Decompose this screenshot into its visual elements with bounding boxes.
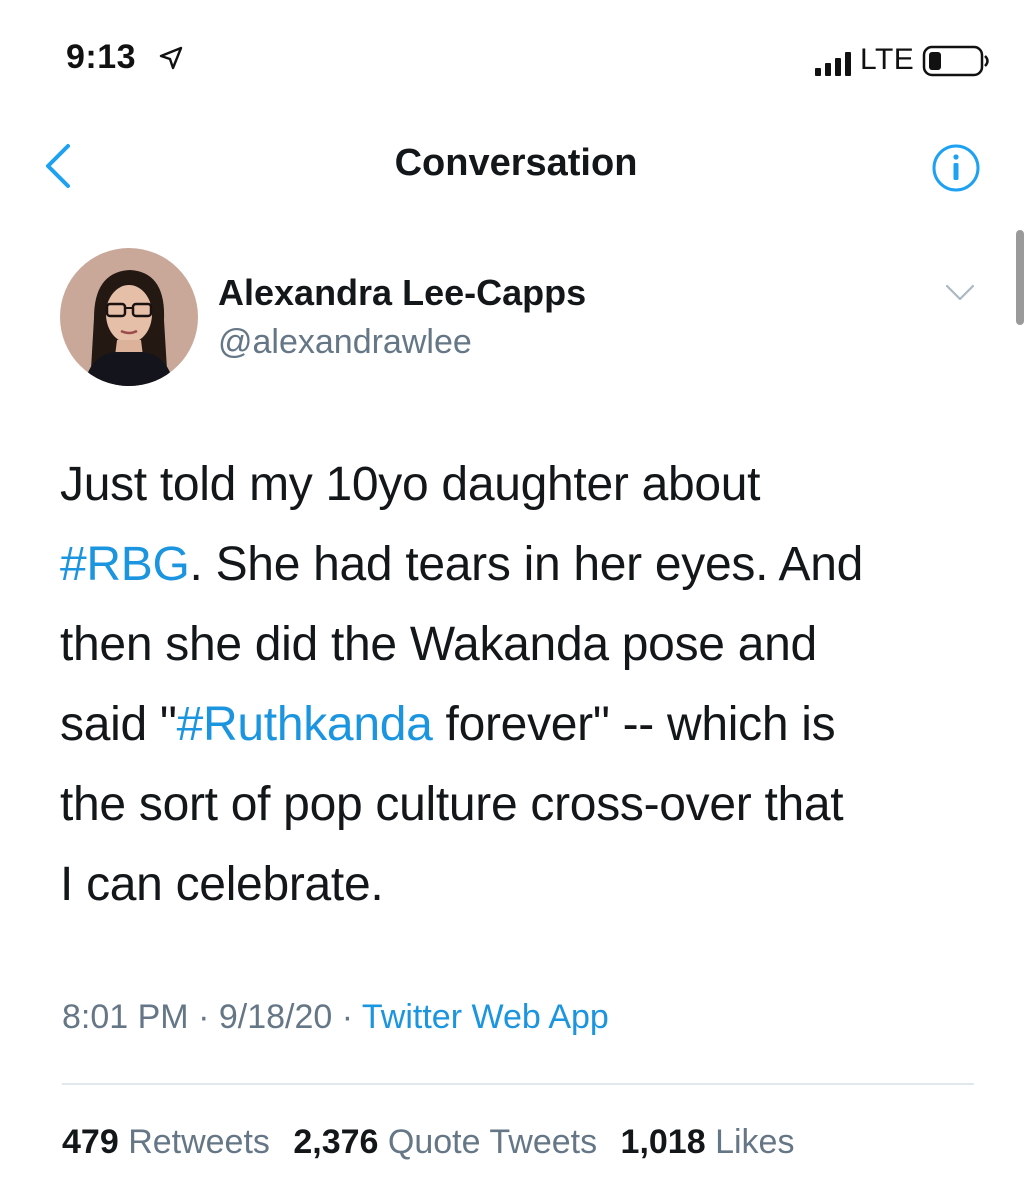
tweet-date: 9/18/20 — [218, 998, 333, 1036]
tweet-text: Just told my 10yo daughter about #RBG. S… — [60, 445, 990, 925]
likes-count: 1,018 — [620, 1123, 706, 1161]
info-icon[interactable] — [930, 142, 982, 194]
likes-label: Likes — [715, 1123, 795, 1161]
likes-stat[interactable]: 1,018 Likes — [621, 1123, 795, 1162]
divider — [62, 1083, 974, 1085]
signal-bars-icon — [815, 52, 851, 76]
chevron-down-icon[interactable] — [944, 282, 976, 304]
profile-photo — [60, 248, 198, 386]
tweet-text-fragment: forever" -- which is — [432, 698, 836, 751]
tweet-text-line: the sort of pop culture cross-over that — [60, 778, 844, 831]
hashtag-link[interactable]: #Ruthkanda — [177, 698, 433, 751]
tweet-text-line: Just told my 10yo daughter about — [60, 458, 761, 511]
page-title: Conversation — [394, 142, 638, 184]
meta-separator: · — [188, 998, 219, 1036]
tweet-text-line: said "#Ruthkanda forever" -- which is — [60, 685, 990, 765]
quote-tweets-label: Quote Tweets — [387, 1123, 598, 1161]
retweets-stat[interactable]: 479 Retweets — [62, 1123, 270, 1162]
tweet-time: 8:01 PM — [62, 998, 189, 1036]
battery-icon — [922, 45, 989, 77]
tweet-text-fragment: said " — [60, 698, 177, 751]
tweet-source-link[interactable]: Twitter Web App — [362, 998, 609, 1036]
status-bar: 9:13 LTE — [0, 0, 1032, 110]
status-time: 9:13 — [66, 38, 137, 76]
meta-separator: · — [332, 998, 362, 1036]
author-display-name[interactable]: Alexandra Lee-Capps — [218, 272, 586, 314]
tweet-stats: 479 Retweets 2,376 Quote Tweets 1,018 Li… — [62, 1123, 808, 1162]
quote-tweets-count: 2,376 — [293, 1123, 379, 1161]
location-arrow-icon — [159, 46, 183, 70]
navigation-bar: Conversation — [0, 120, 1032, 210]
avatar[interactable] — [60, 248, 198, 386]
tweet-text-line: I can celebrate. — [60, 858, 384, 911]
retweets-label: Retweets — [128, 1123, 270, 1161]
tweet-text-fragment: . She had tears in her eyes. And — [189, 538, 864, 591]
quote-tweets-stat[interactable]: 2,376 Quote Tweets — [293, 1123, 597, 1162]
network-type: LTE — [860, 43, 915, 76]
tweet-text-line: then she did the Wakanda pose and — [60, 618, 817, 671]
scrollbar[interactable] — [1016, 230, 1024, 325]
tweet-text-line: #RBG. She had tears in her eyes. And — [60, 525, 990, 605]
retweets-count: 479 — [62, 1123, 119, 1161]
author-handle[interactable]: @alexandrawlee — [218, 323, 472, 362]
hashtag-link[interactable]: #RBG — [60, 538, 190, 591]
tweet-timestamp: 8:01 PM · 9/18/20 · Twitter Web App — [62, 998, 609, 1037]
